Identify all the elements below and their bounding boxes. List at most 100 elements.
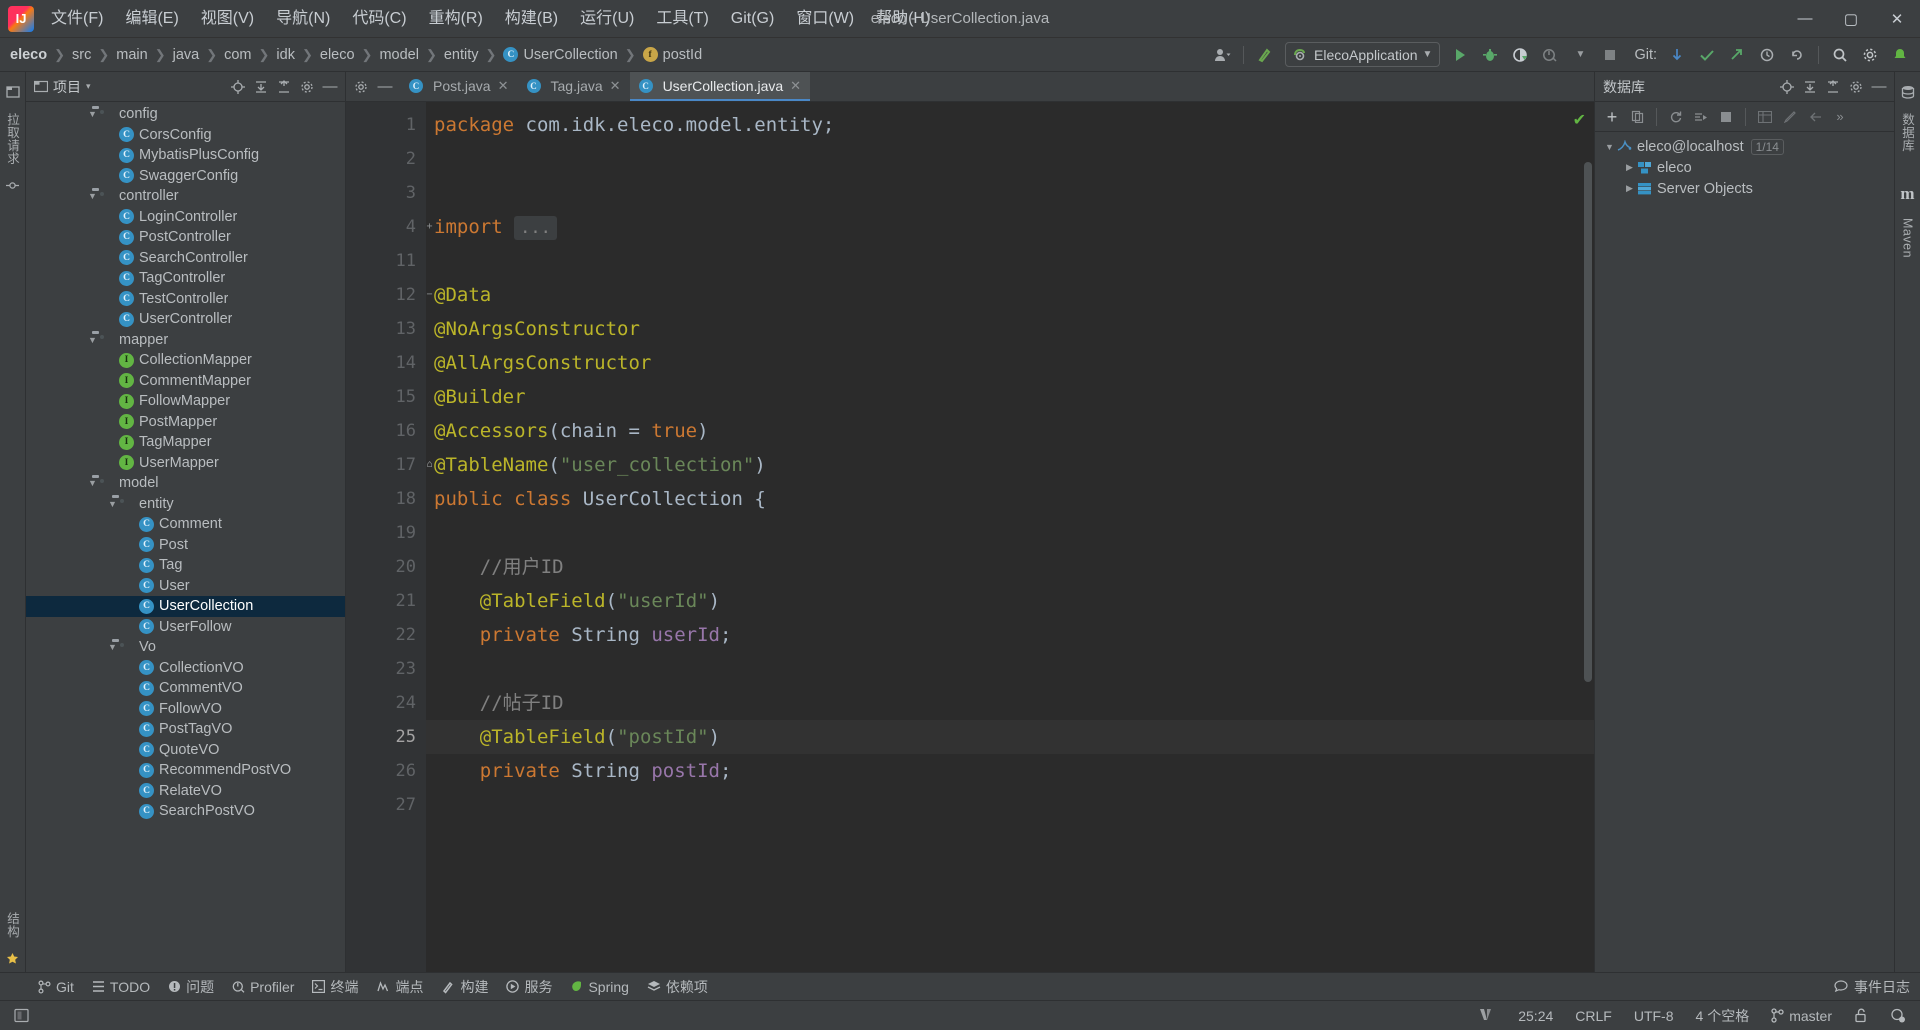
collapse-all-icon[interactable]	[273, 76, 295, 98]
tree-node-swaggerconfig[interactable]: C SwaggerConfig	[26, 166, 345, 187]
code-line[interactable]: private String userId;	[426, 618, 1594, 652]
menu-file[interactable]: 文件(F)	[40, 4, 114, 34]
tree-node-postmapper[interactable]: I PostMapper	[26, 412, 345, 433]
database-strip-icon[interactable]	[1901, 85, 1915, 99]
locate-icon[interactable]	[227, 76, 249, 98]
bookmarks-strip-icon[interactable]	[6, 952, 19, 965]
code-line[interactable]	[426, 788, 1594, 822]
line-number[interactable]: 11	[346, 244, 426, 278]
line-number[interactable]: 18	[346, 482, 426, 516]
menu-run[interactable]: 运行(U)	[569, 4, 645, 34]
line-number-gutter[interactable]: 1 2 3 4 +11 12−13 14 15 16 17 ⌂ 18 19 20 21 22 23 24 25 26 2…	[346, 102, 459, 972]
code-line[interactable]	[426, 652, 1594, 686]
maximize-button[interactable]: ▢	[1828, 0, 1874, 38]
code-line[interactable]	[426, 176, 1594, 210]
right-strip-database[interactable]: 数据库	[1898, 106, 1917, 159]
tree-node-config[interactable]: ▼ config	[26, 104, 345, 125]
expand-all-icon[interactable]	[250, 76, 272, 98]
settings-icon[interactable]	[1856, 42, 1884, 68]
code-line[interactable]: @AllArgsConstructor	[426, 346, 1594, 380]
line-number[interactable]: 16	[346, 414, 426, 448]
tool-window-git[interactable]: Git	[30, 976, 82, 998]
menu-git[interactable]: Git(G)	[720, 4, 786, 34]
caret-position[interactable]: 25:24	[1514, 1006, 1557, 1026]
minimize-button[interactable]: —	[1782, 0, 1828, 38]
file-encoding[interactable]: UTF-8	[1630, 1006, 1678, 1026]
tree-node-post[interactable]: C Post	[26, 535, 345, 556]
run-sql-icon[interactable]	[1690, 106, 1712, 128]
console-icon[interactable]	[10, 1006, 33, 1025]
menu-tools[interactable]: 工具(T)	[645, 4, 719, 34]
chevron-down-icon[interactable]: ▼	[86, 191, 99, 201]
code-line[interactable]: import ...	[426, 210, 1594, 244]
breadcrumb-item-eleco[interactable]: eleco	[316, 45, 359, 65]
code-line[interactable]: @NoArgsConstructor	[426, 312, 1594, 346]
editor-tab-post-java[interactable]: C Post.java ✕	[400, 72, 518, 101]
db-tree-node-server-objects[interactable]: ▶ Server Objects	[1595, 178, 1894, 199]
close-icon[interactable]: ✕	[610, 78, 621, 94]
tree-node-tag[interactable]: C Tag	[26, 555, 345, 576]
tree-node-relatevo[interactable]: C RelateVO	[26, 781, 345, 802]
line-number[interactable]: 2	[346, 142, 426, 176]
table-icon[interactable]	[1754, 106, 1776, 128]
tree-node-mybatisplusconfig[interactable]: C MybatisPlusConfig	[26, 145, 345, 166]
line-number[interactable]: 22	[346, 618, 426, 652]
tree-node-vo[interactable]: ▼ Vo	[26, 637, 345, 658]
settings-icon[interactable]	[350, 76, 372, 98]
expand-all-icon[interactable]	[1799, 76, 1821, 98]
tree-node-corsconfig[interactable]: C CorsConfig	[26, 125, 345, 146]
tool-window-构建[interactable]: 构建	[433, 974, 496, 1000]
account-icon[interactable]	[1208, 42, 1236, 68]
line-number[interactable]: 15	[346, 380, 426, 414]
menu-help[interactable]: 帮助(H)	[865, 4, 941, 34]
line-number[interactable]: 23	[346, 652, 426, 686]
tree-node-tagcontroller[interactable]: C TagController	[26, 268, 345, 289]
chevron-right-icon[interactable]: ▶	[1623, 162, 1636, 173]
breadcrumb-item-com[interactable]: com	[220, 45, 255, 65]
locate-icon[interactable]	[1776, 76, 1798, 98]
tree-node-collectionmapper[interactable]: I CollectionMapper	[26, 350, 345, 371]
code-content[interactable]: package com.idk.eleco.model.entity; impo…	[426, 102, 1594, 972]
line-number[interactable]: 26	[346, 754, 426, 788]
search-everywhere-icon[interactable]	[1826, 42, 1854, 68]
tree-node-usermapper[interactable]: I UserMapper	[26, 453, 345, 474]
line-number[interactable]: 3	[346, 176, 426, 210]
tree-node-controller[interactable]: ▼ controller	[26, 186, 345, 207]
breadcrumb-item-main[interactable]: main	[112, 45, 151, 65]
inspection-profile-icon[interactable]	[1886, 1006, 1910, 1025]
settings-icon[interactable]	[296, 76, 318, 98]
debug-icon[interactable]	[1476, 42, 1504, 68]
refresh-icon[interactable]	[1665, 106, 1687, 128]
line-number[interactable]: 20	[346, 550, 426, 584]
line-number[interactable]: 1	[346, 108, 426, 142]
settings-icon[interactable]	[1845, 76, 1867, 98]
tree-node-followvo[interactable]: C FollowVO	[26, 699, 345, 720]
code-line[interactable]: @TableField("userId")	[426, 584, 1594, 618]
breadcrumb-item-model[interactable]: model	[375, 45, 423, 65]
database-tree[interactable]: ▼ eleco@localhost 1/14 ▶ eleco ▶ Server Object…	[1595, 132, 1894, 972]
close-button[interactable]: ✕	[1874, 0, 1920, 38]
tree-node-commentmapper[interactable]: I CommentMapper	[26, 371, 345, 392]
tree-node-postcontroller[interactable]: C PostController	[26, 227, 345, 248]
breadcrumb-item-eleco[interactable]: eleco	[6, 45, 51, 65]
hide-panel-icon[interactable]: —	[1868, 76, 1890, 98]
tool-window-问题[interactable]: 问题	[160, 974, 222, 1000]
tree-node-collectionvo[interactable]: C CollectionVO	[26, 658, 345, 679]
code-line[interactable]: @TableField("postId")	[426, 720, 1594, 754]
code-line[interactable]: //用户ID	[426, 550, 1594, 584]
close-icon[interactable]: ✕	[790, 78, 801, 94]
db-tree-node-eleco[interactable]: ▶ eleco	[1595, 157, 1894, 178]
tool-window-spring[interactable]: Spring	[562, 976, 636, 998]
tree-node-logincontroller[interactable]: C LoginController	[26, 207, 345, 228]
add-icon[interactable]: +	[1601, 106, 1623, 128]
project-tree[interactable]: ▼ config C CorsConfig C MybatisPlusConfig C Swa…	[26, 102, 345, 972]
right-strip-maven[interactable]: Maven	[1901, 211, 1915, 265]
line-number[interactable]: 4 +	[346, 210, 433, 244]
profiler-icon[interactable]	[1536, 42, 1564, 68]
code-line[interactable]: @Builder	[426, 380, 1594, 414]
chevron-right-icon[interactable]: ▶	[1623, 183, 1636, 194]
menu-view[interactable]: 视图(V)	[190, 4, 265, 34]
run-with-coverage-icon[interactable]	[1506, 42, 1534, 68]
editor-vertical-scrollbar[interactable]	[1584, 162, 1592, 682]
tree-node-commentvo[interactable]: C CommentVO	[26, 678, 345, 699]
